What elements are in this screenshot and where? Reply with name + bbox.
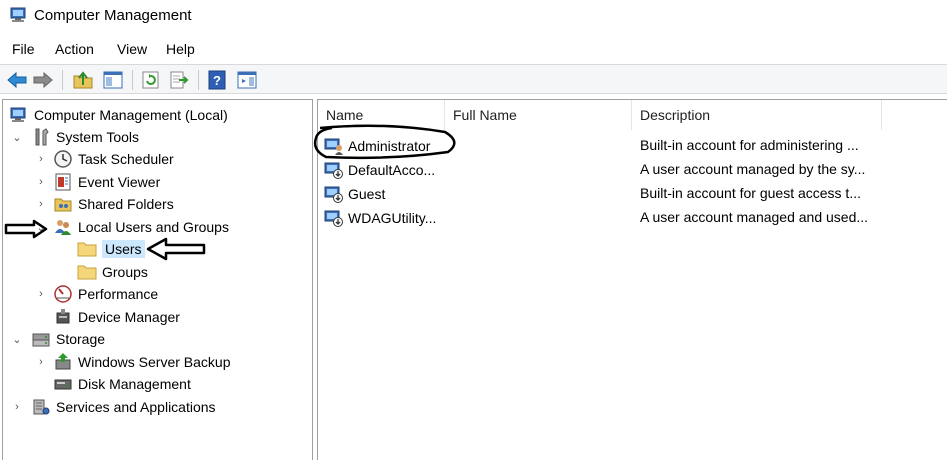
tree-label: Shared Folders <box>78 196 174 212</box>
disk-management-icon <box>54 379 72 390</box>
tree-label: Windows Server Backup <box>78 354 231 370</box>
disabled-user-icon <box>324 210 343 227</box>
menu-action[interactable]: Action <box>55 41 94 57</box>
cell-description: A user account managed and used... <box>640 209 869 225</box>
menu-help[interactable]: Help <box>166 41 195 57</box>
tree-item-services-and-applications[interactable]: Services and Applications <box>31 396 216 418</box>
folder-icon <box>77 242 97 257</box>
column-header-name[interactable]: Name <box>318 100 445 130</box>
tree-label-selected: Users <box>102 240 145 258</box>
cell-description: Built-in account for administering ... <box>640 137 859 153</box>
tree-item-shared-folders[interactable]: Shared Folders <box>53 193 174 215</box>
expand-chevron-icon[interactable]: › <box>35 171 47 193</box>
tree-item-device-manager[interactable]: Device Manager <box>53 306 180 328</box>
table-row[interactable]: WDAGUtility... A user account managed an… <box>318 206 947 230</box>
cell-description: Built-in account for guest access t... <box>640 185 861 201</box>
tree-label: Disk Management <box>78 376 191 392</box>
expand-chevron-icon[interactable]: › <box>35 193 47 215</box>
refresh-icon <box>142 71 159 89</box>
tree-item-computer-management[interactable]: Computer Management (Local) <box>9 104 228 126</box>
tree-item-users[interactable]: Users <box>77 238 145 260</box>
show-hide-console-tree-button[interactable] <box>102 69 124 91</box>
expand-chevron-icon[interactable]: › <box>35 283 47 305</box>
console-tree[interactable]: Computer Management (Local) ⌄ System Too… <box>2 99 313 460</box>
user-icon <box>324 138 343 155</box>
backup-icon <box>55 353 71 370</box>
title-bar: Computer Management <box>0 0 947 32</box>
tree-label: Computer Management (Local) <box>34 107 228 123</box>
collapse-chevron-icon[interactable]: ⌄ <box>11 328 23 350</box>
export-list-icon <box>170 71 189 89</box>
tree-label: Services and Applications <box>56 399 216 415</box>
tree-item-storage[interactable]: Storage <box>31 328 105 350</box>
computer-management-icon <box>10 107 26 122</box>
tree-label: Performance <box>78 286 159 302</box>
forward-arrow-icon <box>33 72 53 88</box>
tree-label: Task Scheduler <box>78 151 174 167</box>
storage-icon <box>32 333 50 347</box>
table-row[interactable]: Guest Built-in account for guest access … <box>318 182 947 206</box>
cell-description: A user account managed by the sy... <box>640 161 866 177</box>
users-group-icon <box>55 220 71 235</box>
column-header-description[interactable]: Description <box>632 100 882 130</box>
refresh-button[interactable] <box>140 69 162 91</box>
shared-folder-icon <box>54 198 72 212</box>
expand-chevron-icon[interactable]: › <box>11 396 23 418</box>
computer-management-icon <box>10 7 26 22</box>
up-one-level-button[interactable] <box>72 69 94 91</box>
tree-item-disk-management[interactable]: Disk Management <box>53 373 191 395</box>
tree-label: Event Viewer <box>78 174 161 190</box>
performance-icon <box>54 285 72 303</box>
user-list-view[interactable]: Name Full Name Description Administrator… <box>317 99 947 460</box>
cell-name: DefaultAcco... <box>324 161 442 179</box>
table-row[interactable]: Administrator Built-in account for admin… <box>318 134 947 158</box>
toolbar: ? <box>0 64 947 94</box>
tree-item-performance[interactable]: Performance <box>53 283 158 305</box>
help-icon: ? <box>208 70 226 90</box>
folder-icon <box>77 265 97 280</box>
table-row[interactable]: DefaultAcco... A user account managed by… <box>318 158 947 182</box>
services-icon <box>33 399 50 415</box>
show-hide-action-pane-icon <box>237 71 257 89</box>
show-hide-action-pane-button[interactable] <box>236 69 258 91</box>
collapse-chevron-icon[interactable]: ⌄ <box>35 216 47 238</box>
cell-name: WDAGUtility... <box>324 209 442 227</box>
cell-name: Administrator <box>324 137 442 155</box>
tree-item-windows-server-backup[interactable]: Windows Server Backup <box>53 351 231 373</box>
disabled-user-icon <box>324 186 343 203</box>
menu-bar: File Action View Help <box>0 38 947 62</box>
back-button[interactable] <box>6 69 28 91</box>
window-title: Computer Management <box>34 7 192 24</box>
device-manager-icon <box>56 309 70 324</box>
event-viewer-icon <box>55 173 71 191</box>
forward-button[interactable] <box>32 69 54 91</box>
tree-item-groups[interactable]: Groups <box>77 261 148 283</box>
collapse-chevron-icon[interactable]: ⌄ <box>11 126 23 148</box>
disabled-user-icon <box>324 162 343 179</box>
export-list-button[interactable] <box>168 69 190 91</box>
tree-item-event-viewer[interactable]: Event Viewer <box>53 171 160 193</box>
tree-item-system-tools[interactable]: System Tools <box>31 126 139 148</box>
menu-view[interactable]: View <box>117 41 147 57</box>
tree-item-task-scheduler[interactable]: Task Scheduler <box>53 148 174 170</box>
expand-chevron-icon[interactable]: › <box>35 148 47 170</box>
tree-label: Local Users and Groups <box>78 219 229 235</box>
tree-label: Groups <box>102 264 148 280</box>
tree-item-local-users-and-groups[interactable]: Local Users and Groups <box>53 216 229 238</box>
tree-label: System Tools <box>56 129 139 145</box>
help-button[interactable]: ? <box>206 69 228 91</box>
svg-text:?: ? <box>213 73 221 88</box>
back-arrow-icon <box>7 72 27 88</box>
column-header-full-name[interactable]: Full Name <box>445 100 632 130</box>
show-hide-tree-icon <box>103 71 123 89</box>
tools-icon <box>35 128 49 146</box>
up-folder-icon <box>73 71 93 89</box>
clock-icon <box>54 150 72 168</box>
expand-chevron-icon[interactable]: › <box>35 351 47 373</box>
tree-label: Storage <box>56 331 106 347</box>
menu-file[interactable]: File <box>12 41 35 57</box>
cell-name: Guest <box>324 185 442 203</box>
tree-label: Device Manager <box>78 309 180 325</box>
